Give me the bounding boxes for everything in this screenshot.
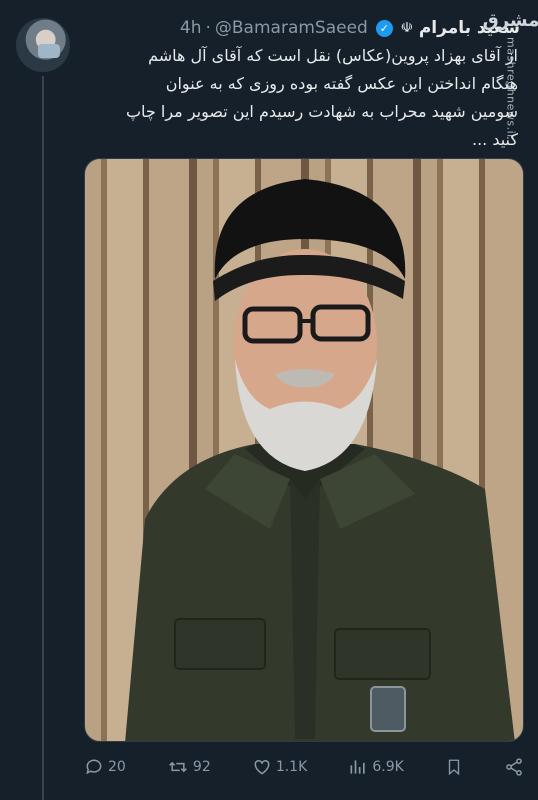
thread-line: [42, 76, 44, 800]
like-icon: [252, 757, 272, 777]
tweet-header: سعید بامرام ☫ ✓ @BamaramSaeed · 4h: [80, 16, 520, 40]
retweet-count: 92: [192, 759, 211, 775]
tweet-time[interactable]: 4h: [180, 18, 202, 38]
avatar[interactable]: [16, 18, 70, 72]
watermark-logo: مشرق: [482, 10, 538, 31]
tweet-text-line: کنید ...: [471, 130, 518, 149]
tweet-text-line: هنگام انداختن این عکس گفته بوده روزی که …: [165, 74, 518, 93]
share-icon: [504, 757, 524, 777]
tweet-photo[interactable]: [84, 158, 524, 742]
like-button[interactable]: 1.1K: [252, 757, 307, 777]
bookmark-button[interactable]: [445, 757, 463, 777]
retweet-button[interactable]: 92: [167, 757, 211, 777]
separator-dot: ·: [205, 18, 211, 38]
tweet-text: از آقای بهزاد پروین(عکاس) نقل است که آقا…: [78, 42, 518, 154]
verified-icon: ✓: [375, 19, 393, 37]
tweet-text-line: سومین شهید محراب به شهادت رسیدم این تصوی…: [125, 102, 518, 121]
tweet-text-line: از آقای بهزاد پروین(عکاس) نقل است که آقا…: [148, 46, 518, 65]
reply-count: 20: [108, 759, 126, 775]
user-handle[interactable]: @BamaramSaeed: [215, 18, 368, 38]
reply-button[interactable]: 20: [84, 757, 126, 777]
reply-icon: [84, 757, 104, 777]
views-icon: [348, 757, 368, 777]
tweet-actions: 20 92 1.1K 6.9K: [84, 752, 524, 782]
bookmark-icon: [445, 757, 463, 777]
retweet-icon: [167, 757, 189, 777]
portrait-illustration: [125, 179, 515, 741]
avatar-mask-detail: [38, 44, 60, 58]
like-count: 1.1K: [275, 759, 308, 775]
views-count: 6.9K: [372, 759, 404, 775]
views-button[interactable]: 6.9K: [348, 757, 404, 777]
share-button[interactable]: [504, 757, 524, 777]
emblem-icon: ☫: [400, 20, 414, 36]
